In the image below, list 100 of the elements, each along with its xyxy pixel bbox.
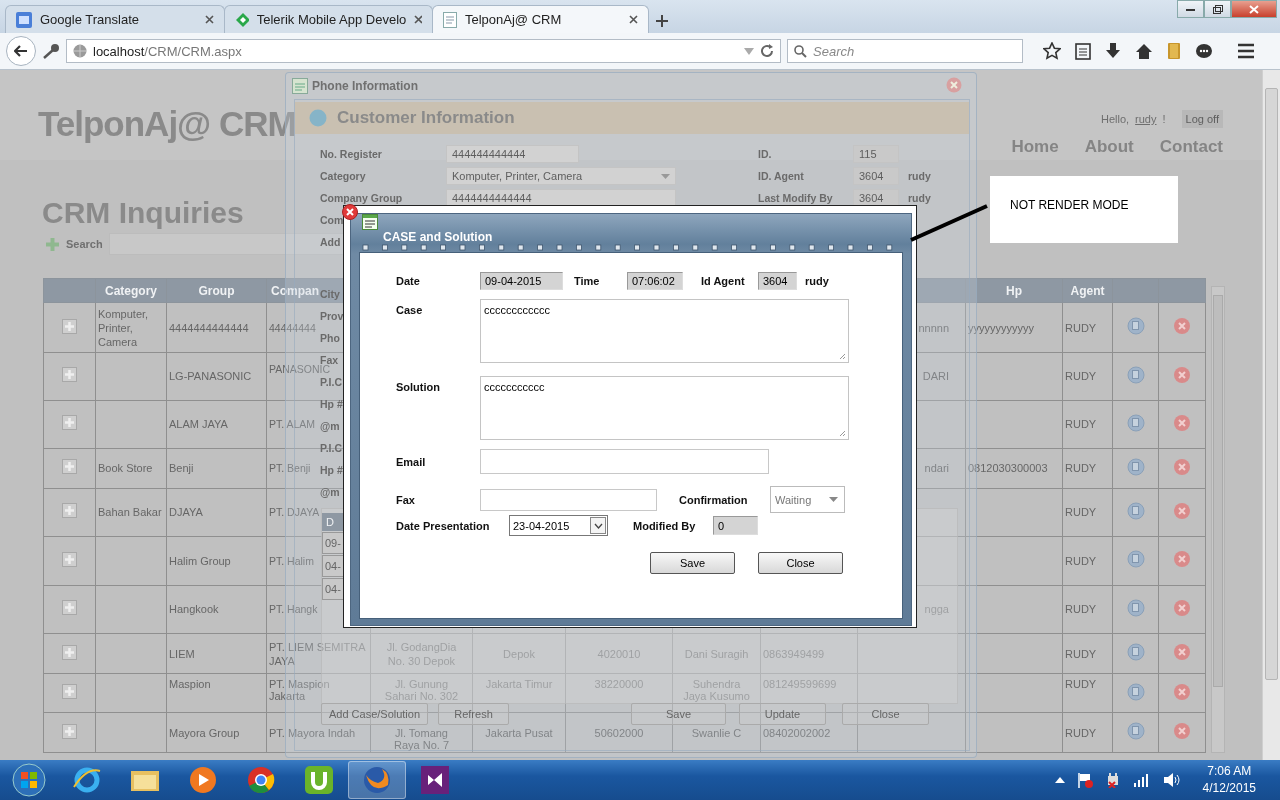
table-scrollbar[interactable] [1211, 286, 1225, 753]
annotation-note: NOT RENDER MODE [990, 176, 1178, 243]
book-icon[interactable] [1167, 42, 1181, 60]
table-cell: RUDY [1065, 603, 1097, 616]
clipboard-icon[interactable] [1075, 42, 1091, 60]
home-icon[interactable] [1135, 42, 1153, 60]
date-field[interactable]: 09-04-2015 [480, 272, 563, 290]
confirmation-dropdown[interactable]: Waiting [770, 486, 845, 513]
delete-icon[interactable] [1173, 643, 1191, 661]
edit-icon[interactable] [1126, 317, 1145, 336]
select-field[interactable]: Komputer, Printer, Camera [446, 167, 676, 185]
restore-button[interactable] [1204, 0, 1231, 18]
browser-tab[interactable]: Telerik Mobile App Develo [224, 5, 433, 33]
delete-icon[interactable] [1173, 550, 1191, 569]
window-button[interactable]: Add Case/Solution [321, 703, 428, 725]
edit-icon[interactable] [1126, 722, 1145, 741]
user-link[interactable]: rudy [1135, 113, 1157, 125]
date-picker[interactable]: 23-04-2015 [509, 515, 608, 536]
address-bar[interactable]: localhost/CRM/CRM.aspx [66, 39, 781, 63]
back-button[interactable] [6, 36, 36, 66]
expand-icon[interactable] [62, 503, 77, 519]
delete-icon[interactable] [1173, 501, 1191, 520]
text-area[interactable]: ccccccccccc [480, 376, 849, 440]
delete-icon[interactable] [1173, 365, 1191, 384]
column-header: Hp [1006, 283, 1022, 298]
email-field[interactable] [480, 449, 769, 474]
delete-icon[interactable] [1173, 598, 1191, 617]
dialog-button[interactable]: Save [650, 552, 735, 574]
modified-by-field[interactable]: 0 [713, 516, 758, 535]
expand-icon[interactable] [62, 644, 77, 660]
table-cell: PT. ALAM [269, 418, 316, 431]
minimize-button[interactable] [1177, 0, 1204, 18]
scrollbar-thumb[interactable] [1213, 295, 1223, 687]
table-cell: RUDY [1065, 677, 1097, 690]
table-cell: RUDY [1065, 554, 1097, 567]
dropdown-icon[interactable] [744, 47, 754, 55]
window-button[interactable]: Update [739, 703, 826, 725]
dialog-button[interactable]: Close [758, 552, 843, 574]
resize-grip-icon[interactable] [839, 430, 846, 437]
window-button[interactable]: Close [842, 703, 929, 725]
table-cell: Book Store [98, 462, 153, 475]
resize-grip-icon[interactable] [839, 353, 846, 360]
expand-icon[interactable] [62, 318, 77, 334]
expand-icon[interactable] [62, 367, 77, 383]
menu-icon[interactable] [1237, 43, 1255, 59]
fax-field[interactable] [480, 488, 657, 511]
browser-tab[interactable]: Google Translate [5, 5, 225, 33]
edit-icon[interactable] [1126, 457, 1145, 476]
new-tab-button[interactable] [656, 15, 668, 27]
input-field[interactable]: 444444444444 [446, 145, 579, 163]
edit-icon[interactable] [1126, 682, 1145, 701]
window-button[interactable]: Save [631, 703, 726, 725]
input-field[interactable]: 3604 [853, 167, 899, 185]
field-label: P.I.C [320, 376, 342, 388]
edit-icon[interactable] [1126, 501, 1145, 520]
expand-icon[interactable] [62, 723, 77, 739]
edit-icon[interactable] [1126, 413, 1145, 432]
fox-globe-icon[interactable] [348, 761, 406, 799]
edit-icon[interactable] [1126, 598, 1145, 617]
close-icon[interactable] [629, 15, 638, 24]
speech-bubble-icon[interactable] [1195, 42, 1213, 60]
input-field[interactable]: 115 [853, 145, 899, 163]
window-button[interactable]: Refresh [438, 703, 509, 725]
reload-icon[interactable] [760, 44, 774, 58]
calendar-dropdown-button[interactable] [590, 517, 606, 534]
browser-tab[interactable]: TelponAj@ CRM [432, 5, 649, 33]
speaker-icon[interactable] [1162, 772, 1181, 788]
delete-icon[interactable] [1173, 722, 1191, 741]
text-area[interactable]: cccccccccccc [480, 299, 849, 363]
log-off-button[interactable]: Log off [1181, 110, 1223, 128]
signal-icon[interactable] [1132, 773, 1151, 787]
delete-icon[interactable] [1173, 457, 1191, 476]
scrollbar-thumb[interactable] [1265, 88, 1278, 680]
plus-icon[interactable] [45, 236, 60, 252]
field-label: Hp # [320, 464, 343, 476]
expand-icon[interactable] [62, 459, 77, 475]
expand-icon[interactable] [62, 415, 77, 431]
clock-date[interactable]: 4/12/2015 [1202, 780, 1256, 797]
delete-icon[interactable] [1173, 682, 1191, 701]
expand-icon[interactable] [62, 684, 77, 700]
key-icon[interactable] [42, 43, 60, 59]
delete-icon[interactable] [1173, 413, 1191, 432]
search-field[interactable]: Search [787, 39, 1023, 63]
flag-icon[interactable] [1076, 772, 1093, 788]
expand-icon[interactable] [62, 551, 77, 567]
clock-time[interactable]: 7:06 AM [1207, 763, 1252, 780]
time-field[interactable]: 07:06:02 [627, 272, 683, 290]
close-button[interactable] [1231, 0, 1277, 18]
download-icon[interactable] [1105, 42, 1121, 60]
page-scrollbar[interactable] [1262, 70, 1280, 760]
edit-icon[interactable] [1126, 550, 1145, 569]
star-icon[interactable] [1043, 42, 1061, 60]
delete-icon[interactable] [1173, 317, 1191, 336]
expand-icon[interactable] [62, 600, 77, 616]
agent-id-field[interactable]: 3604 [758, 272, 797, 290]
column-header: Compan [271, 283, 319, 298]
edit-icon[interactable] [1126, 365, 1145, 384]
close-icon[interactable] [342, 204, 358, 220]
caret-icon[interactable] [1054, 777, 1065, 783]
edit-icon[interactable] [1126, 643, 1145, 661]
